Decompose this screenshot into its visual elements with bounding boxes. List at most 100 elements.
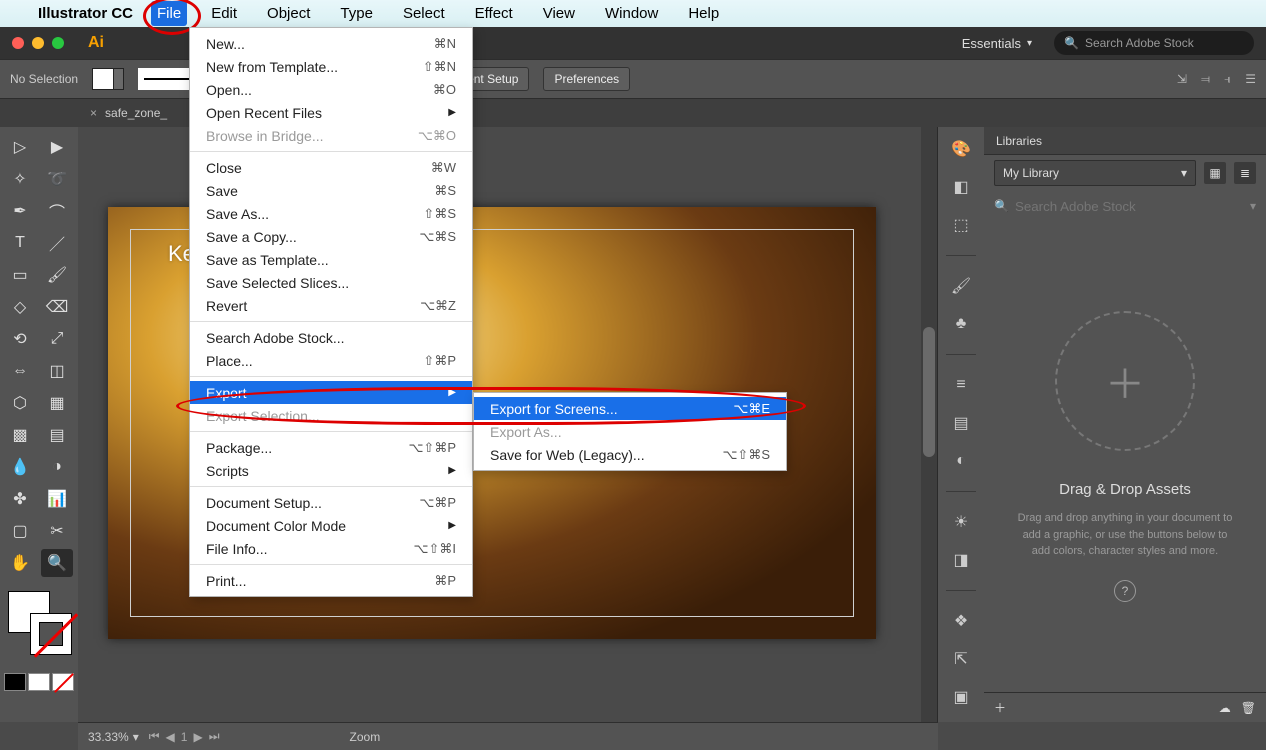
libraries-tab[interactable]: Libraries: [984, 127, 1266, 155]
cloud-icon[interactable]: ☁: [1219, 701, 1231, 715]
menu-item-save-as-template[interactable]: Save as Template...: [190, 248, 472, 271]
library-dropdown[interactable]: My Library ▾: [994, 160, 1196, 186]
eyedropper-tool-icon[interactable]: 💧: [4, 453, 36, 481]
appearance-panel-icon[interactable]: ☀: [949, 510, 973, 534]
menu-item-save-selected-slices[interactable]: Save Selected Slices...: [190, 271, 472, 294]
curvature-tool-icon[interactable]: ⌒: [41, 197, 73, 225]
menu-view[interactable]: View: [537, 1, 581, 26]
menu-item-open[interactable]: Open...⌘O: [190, 78, 472, 101]
graphic-styles-panel-icon[interactable]: ◨: [949, 548, 973, 572]
menu-help[interactable]: Help: [682, 1, 725, 26]
artboard-number[interactable]: 1: [181, 730, 188, 744]
brushes-panel-icon[interactable]: 🖌: [949, 274, 973, 298]
list-icon[interactable]: ☰: [1245, 72, 1256, 87]
menu-item-open-recent-files[interactable]: Open Recent Files▶: [190, 101, 472, 124]
color-mode-solid[interactable]: [4, 673, 26, 691]
lasso-tool-icon[interactable]: ➰: [41, 165, 73, 193]
menu-item-file-info[interactable]: File Info...⌥⇧⌘I: [190, 537, 472, 560]
distribute-v-icon[interactable]: ⫣: [1224, 72, 1231, 87]
color-guide-panel-icon[interactable]: ◧: [949, 175, 973, 199]
last-artboard-icon[interactable]: ⏭: [209, 729, 220, 744]
scroll-thumb[interactable]: [923, 327, 935, 457]
hand-tool-icon[interactable]: ✋: [4, 549, 36, 577]
trash-icon[interactable]: 🗑: [1241, 701, 1256, 715]
menu-window[interactable]: Window: [599, 1, 664, 26]
graph-tool-icon[interactable]: 📊: [41, 485, 73, 513]
menu-item-document-color-mode[interactable]: Document Color Mode▶: [190, 514, 472, 537]
zoom-dropdown[interactable]: 33.33% ▾: [88, 730, 139, 744]
line-tool-icon[interactable]: ／: [41, 229, 73, 257]
zoom-tool-icon[interactable]: 🔍: [41, 549, 73, 577]
gradient-tool-icon[interactable]: ▤: [41, 421, 73, 449]
blend-tool-icon[interactable]: ◑: [41, 453, 73, 481]
menu-item-revert[interactable]: Revert⌥⌘Z: [190, 294, 472, 317]
library-search[interactable]: 🔍 ▾: [984, 191, 1266, 221]
artboard-tool-icon[interactable]: ▢: [4, 517, 36, 545]
paintbrush-tool-icon[interactable]: 🖌: [41, 261, 73, 289]
type-tool-icon[interactable]: T: [4, 229, 36, 257]
perspective-tool-icon[interactable]: ▦: [41, 389, 73, 417]
list-view-icon[interactable]: ≣: [1234, 162, 1256, 184]
shaper-tool-icon[interactable]: ◇: [4, 293, 36, 321]
fill-stroke-swatch[interactable]: [4, 587, 74, 667]
menu-object[interactable]: Object: [261, 1, 316, 26]
menu-item-close[interactable]: Close⌘W: [190, 156, 472, 179]
preferences-button[interactable]: Preferences: [543, 67, 630, 91]
grid-view-icon[interactable]: ▦: [1204, 162, 1226, 184]
symbols-panel-icon[interactable]: ♣: [949, 312, 973, 336]
magic-wand-tool-icon[interactable]: ✧: [4, 165, 36, 193]
color-mode-gradient[interactable]: [28, 673, 50, 691]
menu-item-place[interactable]: Place...⇧⌘P: [190, 349, 472, 372]
drop-zone-icon[interactable]: ＋: [1055, 311, 1195, 451]
asset-export-panel-icon[interactable]: ⇱: [949, 647, 973, 671]
menu-effect[interactable]: Effect: [469, 1, 519, 26]
direct-selection-tool-icon[interactable]: ▶: [41, 133, 73, 161]
swatches-panel-icon[interactable]: ⬚: [949, 213, 973, 237]
width-tool-icon[interactable]: ⇔: [4, 357, 36, 385]
menu-item-scripts[interactable]: Scripts▶: [190, 459, 472, 482]
fill-swatch[interactable]: [92, 68, 124, 90]
align-icon[interactable]: ⇲: [1177, 72, 1187, 87]
menu-item-save-for-web-legacy[interactable]: Save for Web (Legacy)...⌥⇧⌘S: [474, 443, 786, 466]
rotate-tool-icon[interactable]: ⟲: [4, 325, 36, 353]
menu-file[interactable]: File: [151, 1, 187, 26]
slice-tool-icon[interactable]: ✂: [41, 517, 73, 545]
menu-item-document-setup[interactable]: Document Setup...⌥⌘P: [190, 491, 472, 514]
color-mode-none[interactable]: [52, 673, 74, 691]
menu-item-print[interactable]: Print...⌘P: [190, 569, 472, 592]
minimize-window[interactable]: [32, 37, 44, 49]
layers-panel-icon[interactable]: ❖: [949, 609, 973, 633]
menu-item-save[interactable]: Save⌘S: [190, 179, 472, 202]
pen-tool-icon[interactable]: ✒: [4, 197, 36, 225]
close-tab-icon[interactable]: ×: [90, 106, 97, 120]
menu-item-save-a-copy[interactable]: Save a Copy...⌥⌘S: [190, 225, 472, 248]
transparency-panel-icon[interactable]: ◐: [949, 449, 973, 473]
document-tab[interactable]: × safe_zone_: [90, 106, 167, 120]
scale-tool-icon[interactable]: ⤢: [41, 325, 73, 353]
prev-artboard-icon[interactable]: ◀: [166, 730, 175, 744]
library-search-input[interactable]: [1015, 199, 1244, 214]
maximize-window[interactable]: [52, 37, 64, 49]
menu-item-save-as[interactable]: Save As...⇧⌘S: [190, 202, 472, 225]
menu-edit[interactable]: Edit: [205, 1, 243, 26]
add-content-icon[interactable]: ＋: [994, 699, 1006, 716]
workspace-switcher[interactable]: Essentials: [962, 36, 1032, 51]
next-artboard-icon[interactable]: ▶: [193, 730, 202, 744]
menu-item-new[interactable]: New...⌘N: [190, 32, 472, 55]
menu-select[interactable]: Select: [397, 1, 451, 26]
first-artboard-icon[interactable]: ⏮: [149, 729, 160, 744]
selection-tool-icon[interactable]: ▷: [4, 133, 36, 161]
vertical-scrollbar[interactable]: [921, 127, 937, 722]
artboards-panel-icon[interactable]: ▣: [949, 685, 973, 709]
menu-item-search-adobe-stock[interactable]: Search Adobe Stock...: [190, 326, 472, 349]
shape-builder-tool-icon[interactable]: ⬡: [4, 389, 36, 417]
stroke-panel-icon[interactable]: ≡: [949, 373, 973, 397]
symbol-sprayer-tool-icon[interactable]: ✤: [4, 485, 36, 513]
menu-item-package[interactable]: Package...⌥⇧⌘P: [190, 436, 472, 459]
color-panel-icon[interactable]: 🎨: [949, 137, 973, 161]
rectangle-tool-icon[interactable]: ▭: [4, 261, 36, 289]
close-window[interactable]: [12, 37, 24, 49]
mesh-tool-icon[interactable]: ▩: [4, 421, 36, 449]
distribute-h-icon[interactable]: ⫤: [1201, 72, 1210, 87]
help-icon[interactable]: ?: [1114, 580, 1136, 602]
